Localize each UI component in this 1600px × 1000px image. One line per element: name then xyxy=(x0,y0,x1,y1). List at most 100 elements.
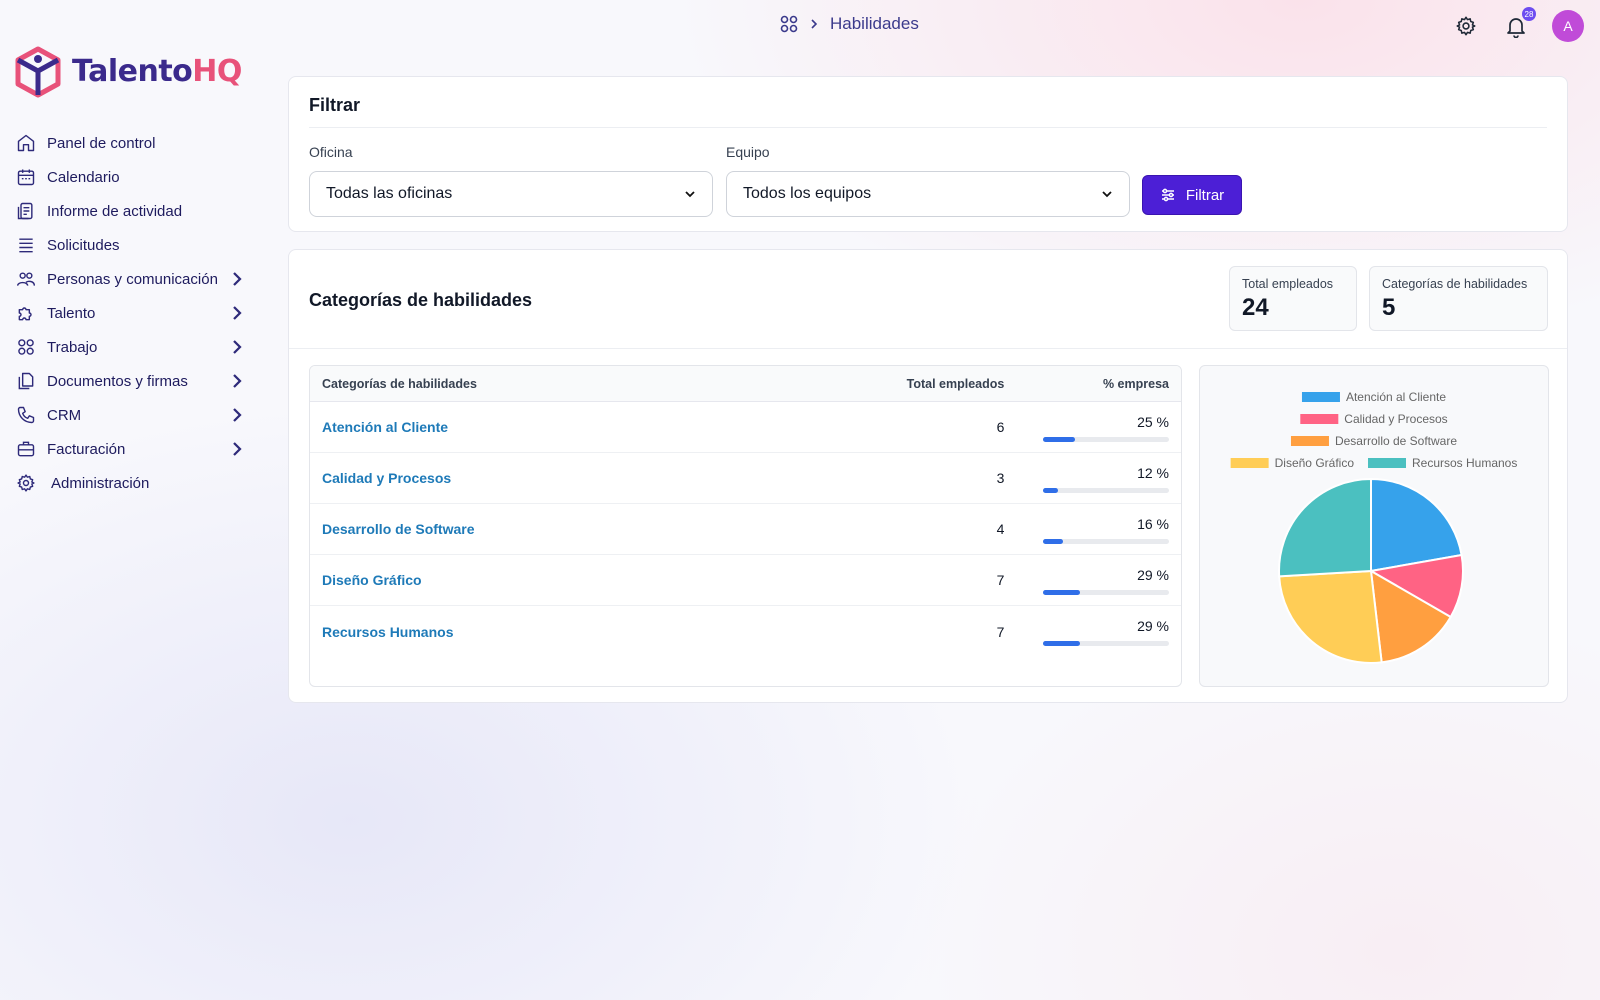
sidebar-item[interactable]: Facturación xyxy=(14,432,246,466)
chevron-right-icon xyxy=(233,442,242,456)
category-total: 6 xyxy=(996,419,1005,435)
sidebar-item[interactable]: CRM xyxy=(14,398,246,432)
sliders-icon xyxy=(1161,188,1174,202)
table-body: Atención al Cliente 6 25 % Calidad y Proces… xyxy=(310,402,1181,657)
legend-swatch[interactable] xyxy=(1300,414,1339,424)
progress-bar xyxy=(1043,590,1169,595)
sidebar-item[interactable]: Personas y comunicación xyxy=(14,262,246,296)
grid-icon[interactable] xyxy=(780,15,798,33)
avatar[interactable]: A xyxy=(1552,10,1584,42)
table-row: Atención al Cliente 6 25 % xyxy=(310,402,1181,453)
legend-label[interactable]: Recursos Humanos xyxy=(1412,456,1517,470)
col-header-percent[interactable]: % empresa xyxy=(1004,377,1181,391)
category-percent: 29 % xyxy=(1137,618,1169,634)
briefcase-icon xyxy=(14,437,38,461)
legend-swatch[interactable] xyxy=(1367,458,1406,468)
filter-card: Filtrar Oficina Todas las oficinas Equip… xyxy=(288,76,1568,232)
table-row: Diseño Gráfico 7 29 % xyxy=(310,555,1181,606)
office-select-value: Todas las oficinas xyxy=(326,185,453,202)
progress-bar xyxy=(1043,539,1169,544)
filter-title: Filtrar xyxy=(309,95,361,115)
logo[interactable]: TalentoHQ xyxy=(14,46,242,98)
calendar-icon xyxy=(14,165,38,189)
category-link[interactable]: Diseño Gráfico xyxy=(310,572,869,588)
skills-pie-chart: Atención al Cliente Calidad y Procesos Des… xyxy=(1199,365,1549,687)
gear-icon xyxy=(1456,16,1476,36)
legend-label[interactable]: Diseño Gráfico xyxy=(1275,456,1355,470)
category-percent: 16 % xyxy=(1137,516,1169,532)
category-link[interactable]: Atención al Cliente xyxy=(310,419,869,435)
office-select[interactable]: Todas las oficinas xyxy=(309,171,713,217)
progress-bar xyxy=(1043,488,1169,493)
sidebar-item-label: Panel de control xyxy=(47,134,156,152)
table-row: Desarrollo de Software 4 16 % xyxy=(310,504,1181,555)
breadcrumb-current: Habilidades xyxy=(830,14,919,33)
chevron-right-icon xyxy=(233,374,242,388)
legend-swatch[interactable] xyxy=(1230,458,1269,468)
progress-fill xyxy=(1043,539,1064,544)
chevron-down-icon xyxy=(685,191,695,198)
sidebar-item-label: Facturación xyxy=(47,440,126,458)
sidebar-item[interactable]: Documentos y firmas xyxy=(14,364,246,398)
sidebar-item-label: Talento xyxy=(47,304,96,322)
chevron-right-icon xyxy=(233,408,242,422)
people-icon xyxy=(14,267,38,291)
sidebar-item[interactable]: Administración xyxy=(14,466,246,500)
sidebar-item-label: Documentos y firmas xyxy=(47,372,188,390)
pie-slice[interactable] xyxy=(1278,569,1383,664)
skills-title: Categorías de habilidades xyxy=(309,290,533,310)
filter-button-label: Filtrar xyxy=(1185,186,1225,204)
category-link[interactable]: Desarrollo de Software xyxy=(310,521,869,537)
chevron-right-icon xyxy=(233,272,242,286)
legend-label[interactable]: Atención al Cliente xyxy=(1346,390,1446,404)
chevron-right-icon xyxy=(233,340,242,354)
filter-button[interactable]: Filtrar xyxy=(1142,175,1242,215)
category-link[interactable]: Calidad y Procesos xyxy=(310,470,869,486)
legend-swatch[interactable] xyxy=(1301,392,1340,402)
sidebar-item[interactable]: Solicitudes xyxy=(14,228,246,262)
logo-cube-icon xyxy=(15,46,61,98)
brand-name: TalentoHQ xyxy=(72,54,242,89)
skills-card: Categorías de habilidades Total empleado… xyxy=(288,249,1568,703)
sidebar-item[interactable]: Talento xyxy=(14,296,246,330)
col-header-category[interactable]: Categorías de habilidades xyxy=(310,377,869,391)
sidebar-item[interactable]: Informe de actividad xyxy=(14,194,246,228)
category-total: 7 xyxy=(996,572,1005,588)
notification-badge: 28 xyxy=(1522,7,1536,21)
phone-icon xyxy=(14,403,38,427)
team-label: Equipo xyxy=(726,144,770,160)
sidebar-item[interactable]: Calendario xyxy=(14,160,246,194)
stat-value: 24 xyxy=(1242,294,1269,321)
progress-fill xyxy=(1043,488,1059,493)
category-link[interactable]: Recursos Humanos xyxy=(310,624,869,640)
sidebar-item-label: Solicitudes xyxy=(47,236,120,254)
legend-swatch[interactable] xyxy=(1290,436,1329,446)
pie-slice[interactable] xyxy=(1278,477,1372,578)
category-total: 7 xyxy=(996,623,1005,640)
settings-button[interactable] xyxy=(1452,12,1480,40)
chevron-down-icon xyxy=(1102,191,1112,198)
progress-fill xyxy=(1043,437,1075,442)
col-header-total[interactable]: Total empleados xyxy=(869,377,1005,391)
sidebar-item-label: Trabajo xyxy=(47,338,98,356)
category-percent: 29 % xyxy=(1137,567,1169,583)
sidebar-item[interactable]: Panel de control xyxy=(14,126,246,160)
team-select[interactable]: Todos los equipos xyxy=(726,171,1130,217)
category-percent: 12 % xyxy=(1137,465,1169,481)
notifications-button[interactable]: 28 xyxy=(1502,7,1536,40)
stat-value: 5 xyxy=(1382,294,1396,321)
sidebar-item-label: Calendario xyxy=(47,168,120,186)
chevron-right-icon xyxy=(811,19,818,29)
report-icon xyxy=(14,199,38,223)
list-icon xyxy=(14,233,38,257)
breadcrumb: Habilidades xyxy=(780,14,919,34)
table-header: Categorías de habilidades Total empleado… xyxy=(310,366,1181,402)
sidebar-item-label: Personas y comunicación xyxy=(47,270,218,288)
skills-table: Categorías de habilidades Total empleado… xyxy=(309,365,1182,687)
legend-label[interactable]: Desarrollo de Software xyxy=(1335,434,1457,448)
stat-label: Total empleados xyxy=(1242,277,1334,291)
documents-icon xyxy=(14,369,38,393)
progress-bar xyxy=(1043,641,1169,646)
legend-label[interactable]: Calidad y Procesos xyxy=(1344,412,1447,426)
sidebar-item[interactable]: Trabajo xyxy=(14,330,246,364)
